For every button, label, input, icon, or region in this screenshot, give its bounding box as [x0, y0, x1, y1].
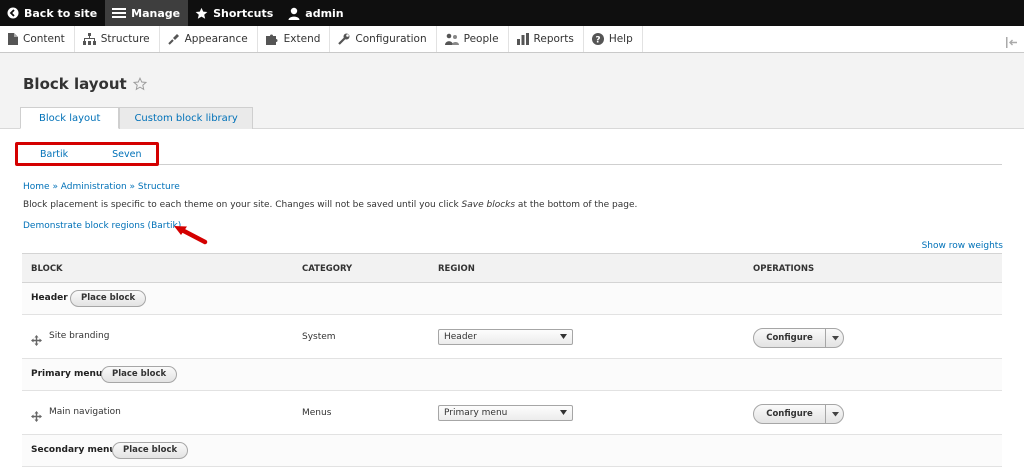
tray-item-content[interactable]: Content	[0, 26, 75, 52]
menu-icon	[112, 7, 127, 19]
header-operations: OPERATIONS	[753, 264, 815, 274]
chevron-down-icon[interactable]	[832, 336, 839, 341]
highlight-annotation-box	[15, 142, 159, 166]
block-name: Main navigation	[49, 407, 121, 417]
region-title: Secondary menu	[31, 445, 116, 455]
help-text: Block placement is specific to each them…	[23, 200, 637, 210]
block-category: Menus	[302, 408, 332, 418]
back-to-site-link[interactable]: Back to site	[0, 0, 105, 26]
help-icon: ?	[591, 33, 604, 46]
sitemap-icon	[82, 33, 96, 45]
theme-tabs: Bartik Seven	[22, 144, 1002, 165]
tray-item-label: Extend	[283, 33, 321, 45]
breadcrumb[interactable]: Home » Administration » Structure	[23, 182, 180, 192]
header-region: REGION	[438, 264, 475, 274]
manage-label: Manage	[131, 6, 181, 20]
wrench-icon	[338, 33, 350, 45]
demonstrate-regions-link[interactable]: Demonstrate block regions (Bartik)	[23, 221, 181, 231]
region-select-value: Header	[444, 332, 477, 342]
header-category: CATEGORY	[302, 264, 353, 274]
tray-item-label: Structure	[100, 33, 150, 45]
puzzle-icon	[265, 33, 279, 45]
user-label: admin	[305, 6, 344, 20]
tray-item-reports[interactable]: Reports	[509, 26, 584, 52]
red-arrow-annotation-icon	[174, 226, 208, 245]
back-to-site-label: Back to site	[24, 6, 98, 20]
tray-item-label: Configuration	[355, 33, 427, 45]
star-icon	[195, 7, 208, 20]
back-arrow-icon	[7, 7, 19, 19]
admin-toolbar: Back to site Manage Shortcuts admin	[0, 0, 1024, 26]
tray-item-help[interactable]: ? Help	[584, 26, 643, 52]
region-select-value: Primary menu	[444, 408, 508, 418]
block-name: Site branding	[49, 331, 110, 341]
region-row-header: Header Place block	[22, 283, 1002, 315]
tray-item-label: People	[463, 33, 499, 45]
page-icon	[8, 33, 18, 45]
place-block-button[interactable]: Place block	[112, 442, 189, 459]
region-row-secondary-menu: Secondary menu Place block	[22, 435, 1002, 467]
show-row-weights-link[interactable]: Show row weights	[922, 241, 1003, 251]
region-row-primary-menu: Primary menu Place block	[22, 359, 1002, 391]
primary-tabs: Block layout Custom block library	[20, 107, 253, 129]
user-tab[interactable]: admin	[281, 0, 351, 26]
shortcuts-label: Shortcuts	[213, 6, 274, 20]
help-text-before: Block placement is specific to each them…	[23, 200, 462, 210]
chevron-down-icon[interactable]	[832, 412, 839, 417]
tray-item-label: Content	[23, 33, 65, 45]
table-row: Main navigation Menus Primary menu Confi…	[22, 391, 1002, 435]
configure-button[interactable]: Configure	[754, 329, 826, 347]
tray-item-extend[interactable]: Extend	[258, 26, 331, 52]
tray-item-label: Appearance	[184, 33, 248, 45]
table-header: BLOCK CATEGORY REGION OPERATIONS	[22, 254, 1002, 283]
admin-menu-tray: Content Structure Appearance Extend Conf…	[0, 26, 1024, 53]
region-title: Header	[31, 293, 68, 303]
configure-dropbutton[interactable]: Configure	[753, 328, 844, 348]
place-block-button[interactable]: Place block	[70, 290, 147, 307]
tab-block-layout[interactable]: Block layout	[20, 107, 120, 129]
page-title: Block layout	[23, 75, 147, 93]
block-table: BLOCK CATEGORY REGION OPERATIONS Header …	[22, 253, 1002, 467]
configure-button[interactable]: Configure	[754, 405, 826, 423]
region-select[interactable]: Header	[438, 329, 573, 345]
user-icon	[288, 7, 300, 20]
shortcuts-tab[interactable]: Shortcuts	[188, 0, 281, 26]
bar-chart-icon	[516, 33, 529, 45]
page-header: Block layout Block layout Custom block l…	[0, 53, 1024, 129]
chevron-down-icon	[560, 410, 567, 415]
table-row: Site branding System Header Configure	[22, 315, 1002, 359]
block-category: System	[302, 332, 336, 342]
svg-text:?: ?	[595, 36, 600, 46]
tab-custom-block-library[interactable]: Custom block library	[119, 107, 253, 129]
region-select[interactable]: Primary menu	[438, 405, 573, 421]
configure-dropbutton[interactable]: Configure	[753, 404, 844, 424]
brush-icon	[167, 33, 180, 45]
header-block: BLOCK	[31, 264, 63, 274]
help-text-after: at the bottom of the page.	[515, 200, 638, 210]
place-block-button[interactable]: Place block	[101, 366, 178, 383]
tray-orientation-toggle-icon[interactable]	[1006, 33, 1018, 52]
tray-item-appearance[interactable]: Appearance	[160, 26, 258, 52]
tray-item-configuration[interactable]: Configuration	[330, 26, 437, 52]
chevron-down-icon	[560, 334, 567, 339]
drag-handle-icon[interactable]	[31, 407, 42, 426]
tray-item-label: Help	[608, 33, 633, 45]
people-icon	[444, 33, 459, 45]
help-text-emphasis: Save blocks	[461, 200, 516, 210]
manage-tab[interactable]: Manage	[105, 0, 189, 26]
page: Back to site Manage Shortcuts admin Cont…	[0, 0, 1024, 475]
page-title-text: Block layout	[23, 75, 127, 93]
tray-item-label: Reports	[533, 33, 574, 45]
tray-item-people[interactable]: People	[437, 26, 509, 52]
region-title: Primary menu	[31, 369, 103, 379]
tray-item-structure[interactable]: Structure	[75, 26, 160, 52]
drag-handle-icon[interactable]	[31, 331, 42, 350]
shortcut-star-icon[interactable]	[132, 77, 147, 91]
